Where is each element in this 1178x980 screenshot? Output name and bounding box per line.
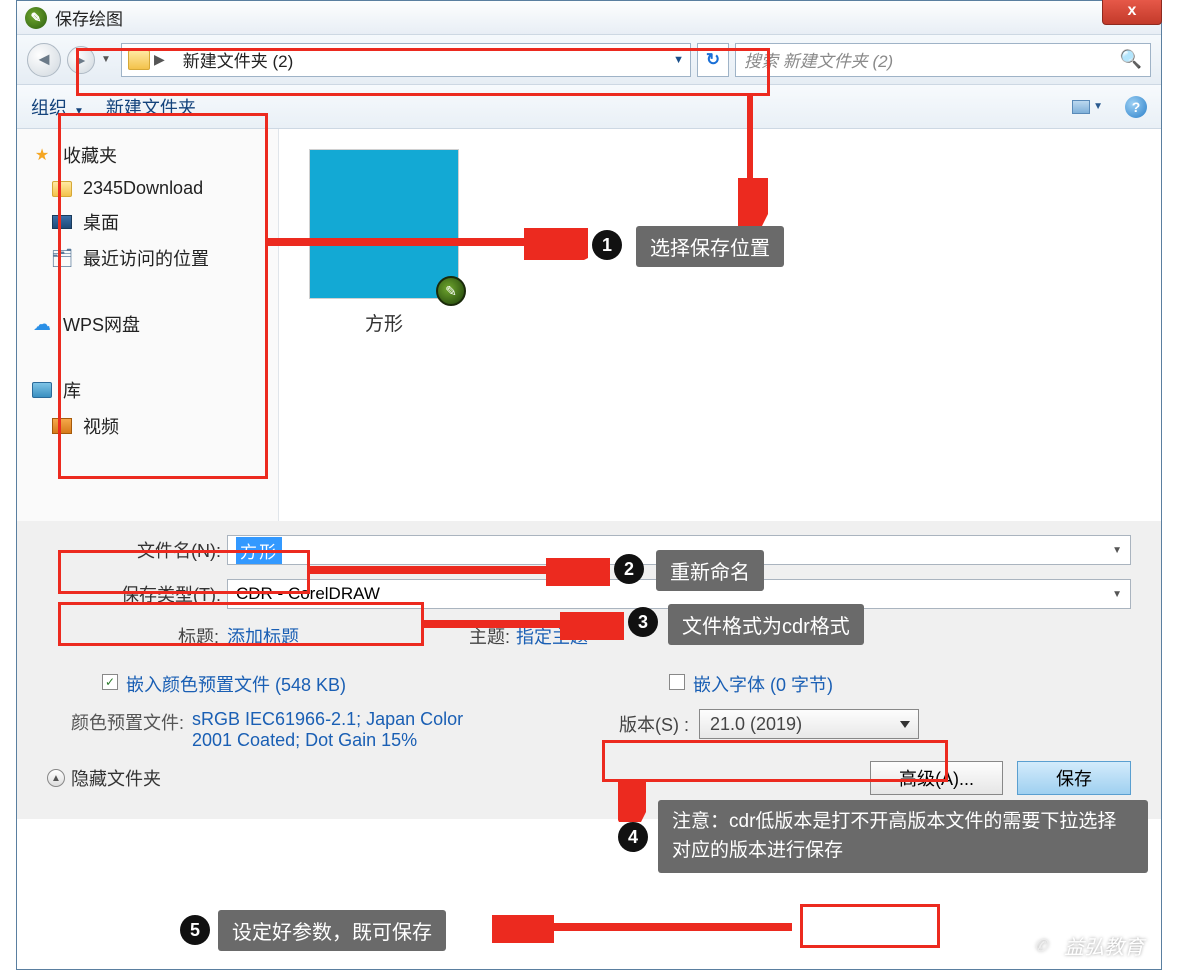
refresh-button[interactable]: ↻ (697, 43, 729, 77)
annotation-number-4: 4 (618, 822, 648, 852)
sidebar-wps[interactable]: ☁WPS网盘 (17, 306, 278, 342)
breadcrumb-sep-icon: ▶ (154, 51, 165, 68)
advanced-button[interactable]: 高级(A)... (870, 761, 1003, 795)
toolbar: 组织 ▼ 新建文件夹 ▼ ? (17, 85, 1161, 129)
filetype-label: 保存类型(T): (47, 581, 227, 607)
version-label: 版本(S) : (619, 711, 689, 737)
file-thumbnail: ✎ (309, 149, 459, 299)
annotation-number-3: 3 (628, 607, 658, 637)
sidebar: ★收藏夹 2345Download 桌面 🗂最近访问的位置 ☁WPS网盘 库 视… (17, 129, 279, 521)
annotation-label-5: 设定好参数，既可保存 (218, 910, 446, 951)
recent-icon: 🗂 (51, 248, 73, 268)
subject-meta-value[interactable]: 指定主题 (516, 623, 588, 649)
breadcrumb-bar[interactable]: ▶ 新建文件夹 (2) ▼ (121, 43, 691, 77)
profile-label: 颜色预置文件: (47, 709, 192, 751)
cdr-badge-icon: ✎ (436, 276, 466, 306)
desktop-icon (52, 215, 72, 229)
annotation-number-5: 5 (180, 915, 210, 945)
embed-font-checkbox[interactable]: ✓ 嵌入字体 (0 字节) (669, 671, 1131, 697)
annotation-label-2: 重新命名 (656, 550, 764, 591)
breadcrumb-dropdown-icon[interactable]: ▼ (673, 54, 684, 66)
sidebar-lib[interactable]: 库 (17, 372, 278, 408)
annotation-number-2: 2 (614, 554, 644, 584)
sidebar-item-video[interactable]: 视频 (17, 408, 278, 444)
version-select[interactable]: 21.0 (2019) (699, 709, 919, 739)
embed-profile-checkbox[interactable]: ✓ 嵌入颜色预置文件 (548 KB) (102, 671, 559, 697)
sidebar-item-recent[interactable]: 🗂最近访问的位置 (17, 240, 278, 276)
folder-icon (128, 50, 150, 70)
nav-row: ◄ ► ▼ ▶ 新建文件夹 (2) ▼ ↻ 搜索 新建文件夹 (2) 🔍 (17, 35, 1161, 85)
close-button[interactable]: x (1102, 0, 1162, 25)
checkbox-unchecked-icon: ✓ (669, 674, 685, 690)
help-button[interactable]: ? (1125, 96, 1147, 118)
sidebar-item-desktop[interactable]: 桌面 (17, 204, 278, 240)
body-area: ★收藏夹 2345Download 桌面 🗂最近访问的位置 ☁WPS网盘 库 视… (17, 129, 1161, 521)
organize-button[interactable]: 组织 ▼ (31, 94, 84, 120)
title-meta-label: 标题: (47, 623, 227, 649)
annotation-label-1: 选择保存位置 (636, 226, 784, 267)
annotation-label-4: 注意：cdr低版本是打不开高版本文件的需要下拉选择对应的版本进行保存 (658, 800, 1148, 873)
file-name-label: 方形 (309, 309, 459, 336)
search-icon: 🔍 (1120, 49, 1142, 70)
file-list[interactable]: ✎ 方形 (279, 129, 1161, 521)
filename-label: 文件名(N): (47, 537, 227, 563)
title-meta-value[interactable]: 添加标题 (227, 623, 299, 649)
subject-meta-label: 主题: (469, 623, 510, 649)
profile-value: sRGB IEC61966-2.1; Japan Color 2001 Coat… (192, 709, 472, 751)
star-icon: ★ (31, 145, 53, 165)
save-button[interactable]: 保存 (1017, 761, 1131, 795)
breadcrumb-item[interactable]: 新建文件夹 (2) (183, 47, 294, 72)
titlebar: ✎ 保存绘图 x (17, 1, 1161, 35)
nav-forward-button[interactable]: ► (67, 46, 95, 74)
cloud-icon: ☁ (31, 314, 53, 334)
annotation-number-1: 1 (592, 230, 622, 260)
annotation-label-3: 文件格式为cdr格式 (668, 604, 864, 645)
hide-folders-toggle[interactable]: ▲ 隐藏文件夹 (47, 765, 161, 791)
search-placeholder: 搜索 新建文件夹 (2) (744, 47, 893, 72)
app-icon: ✎ (25, 7, 47, 29)
nav-history-dropdown[interactable]: ▼ (101, 54, 115, 65)
view-button[interactable]: ▼ (1072, 100, 1103, 114)
library-icon (32, 382, 52, 398)
folder-icon (52, 181, 72, 197)
window-title: 保存绘图 (55, 5, 123, 30)
sidebar-item-download[interactable]: 2345Download (17, 173, 278, 204)
wechat-icon: ✆ (1026, 933, 1056, 959)
new-folder-button[interactable]: 新建文件夹 (106, 94, 196, 120)
watermark: ✆ 益弘教育 (1026, 931, 1144, 960)
form-area: 文件名(N): 方形▼ 保存类型(T): CDR - CorelDRAW▼ 标题… (17, 521, 1161, 819)
chevron-up-icon: ▲ (47, 769, 65, 787)
nav-back-button[interactable]: ◄ (27, 43, 61, 77)
file-item[interactable]: ✎ 方形 (309, 149, 459, 336)
search-input[interactable]: 搜索 新建文件夹 (2) 🔍 (735, 43, 1151, 77)
sidebar-favorites[interactable]: ★收藏夹 (17, 137, 278, 173)
video-icon (52, 418, 72, 434)
checkbox-checked-icon: ✓ (102, 674, 118, 690)
